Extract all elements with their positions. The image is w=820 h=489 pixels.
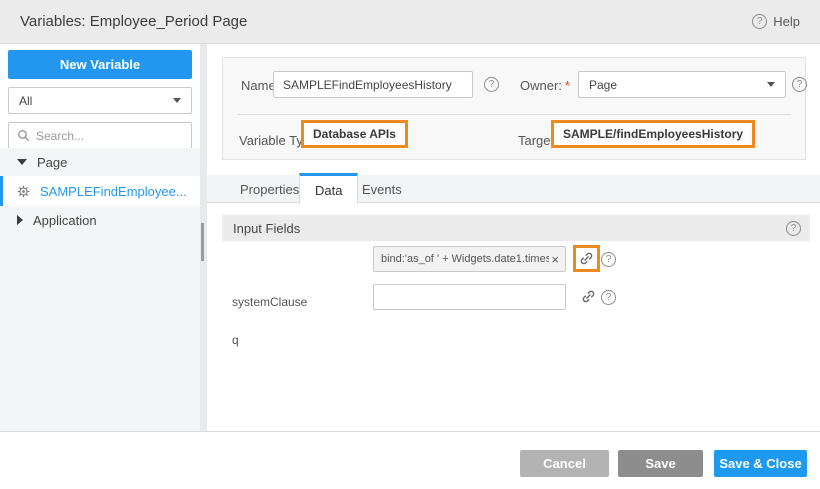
cancel-button[interactable]: Cancel: [520, 450, 609, 477]
systemclause-bind-button[interactable]: [573, 245, 600, 272]
save-button[interactable]: Save: [618, 450, 703, 477]
owner-value: Page: [589, 78, 617, 92]
chevron-down-icon: [173, 98, 181, 103]
required-asterisk: *: [565, 78, 570, 93]
search-icon: [17, 129, 30, 142]
dialog-footer: Cancel Save Save & Close: [0, 431, 820, 489]
q-help-icon[interactable]: ?: [601, 290, 616, 305]
owner-select[interactable]: Page: [578, 71, 786, 98]
tree-group-page-label: Page: [37, 155, 67, 170]
search-input[interactable]: [36, 129, 183, 143]
variable-search-box[interactable]: [8, 122, 192, 149]
tree-group-page[interactable]: Page: [0, 148, 200, 176]
variable-type-value: Database APIs: [301, 120, 408, 148]
caret-right-icon: [17, 215, 23, 225]
name-help-icon[interactable]: ?: [484, 77, 499, 92]
variable-filter-select[interactable]: All: [8, 87, 192, 114]
help-icon: ?: [752, 14, 767, 29]
target-value: SAMPLE/findEmployeesHistory: [551, 120, 755, 148]
input-fields-header: Input Fields ?: [222, 215, 810, 241]
new-variable-button[interactable]: New Variable: [8, 50, 192, 79]
variable-filter-value: All: [19, 94, 32, 108]
panel-divider: [237, 114, 791, 115]
field-label-q: q: [232, 333, 239, 347]
systemclause-value: bind:'as_of ' + Widgets.date1.timestam: [374, 253, 549, 265]
service-variable-icon: [17, 185, 30, 198]
variables-tree: Page SAMPLEFindEmployee... Applic: [0, 148, 200, 431]
tree-group-application[interactable]: Application: [0, 206, 200, 234]
name-input[interactable]: [273, 71, 473, 98]
help-label: Help: [773, 14, 800, 29]
save-and-close-button[interactable]: Save & Close: [714, 450, 807, 477]
tree-group-application-label: Application: [33, 213, 97, 228]
caret-down-icon: [17, 159, 27, 165]
scrollbar-thumb[interactable]: [201, 223, 204, 261]
clear-binding-icon[interactable]: ×: [549, 253, 565, 266]
systemclause-input[interactable]: bind:'as_of ' + Widgets.date1.timestam ×: [373, 246, 566, 272]
field-label-systemclause: systemClause: [232, 295, 307, 309]
q-bind-button[interactable]: [575, 283, 602, 310]
window-header: Variables: Employee_Period Page ? Help: [0, 0, 820, 44]
input-fields-title: Input Fields: [233, 221, 300, 236]
tree-item-label: SAMPLEFindEmployee...: [40, 184, 187, 199]
help-button[interactable]: ? Help: [752, 14, 800, 29]
link-icon: [579, 251, 594, 266]
sidebar-scrollbar[interactable]: [200, 44, 207, 431]
q-input[interactable]: [373, 284, 566, 310]
variables-sidebar: New Variable All Page: [0, 44, 200, 431]
input-fields-help-icon[interactable]: ?: [786, 221, 801, 236]
owner-help-icon[interactable]: ?: [792, 77, 807, 92]
tree-item-samplefindemployees[interactable]: SAMPLEFindEmployee...: [0, 176, 200, 206]
owner-label: Owner:*: [520, 78, 570, 93]
page-title: Variables: Employee_Period Page: [20, 13, 247, 30]
variable-detail-panel: Name:* ? Owner:* Page ? Variable Type: D…: [207, 44, 820, 431]
link-icon: [581, 289, 596, 304]
chevron-down-icon: [767, 82, 775, 87]
detail-tabbar: Properties Data Events: [207, 175, 820, 203]
tab-events[interactable]: Events: [347, 175, 417, 203]
systemclause-help-icon[interactable]: ?: [601, 252, 616, 267]
variable-summary-panel: Name:* ? Owner:* Page ? Variable Type: D…: [222, 57, 806, 160]
